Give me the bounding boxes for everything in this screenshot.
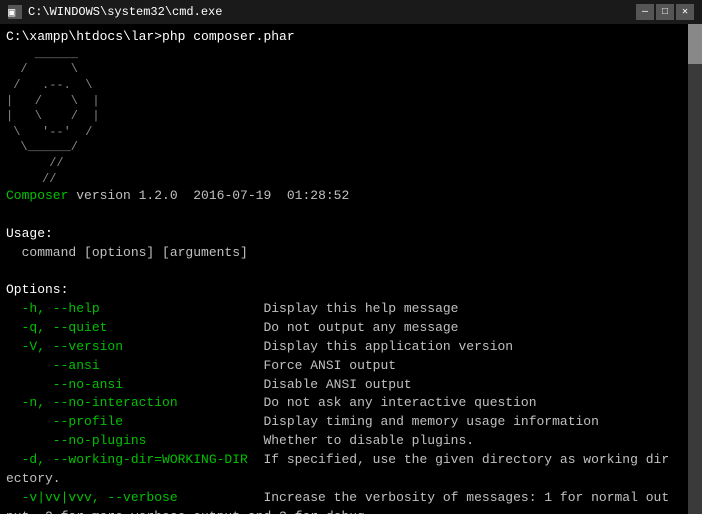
close-button[interactable]: ✕ bbox=[676, 4, 694, 20]
ascii-art: ______ / \ / .--. \ | / \ | | \ / | \ '-… bbox=[6, 47, 696, 187]
blank-line-2 bbox=[6, 263, 696, 282]
options-label: Options: bbox=[6, 281, 696, 300]
opt-verbose-cont: put, 2 for more verbose output and 3 for… bbox=[6, 508, 696, 514]
cmd-icon: ▣ bbox=[8, 5, 22, 19]
opt-no-plugins: --no-plugins Whether to disable plugins. bbox=[6, 432, 696, 451]
composer-label: Composer bbox=[6, 188, 68, 203]
terminal-body[interactable]: C:\xampp\htdocs\lar>php composer.phar __… bbox=[0, 24, 702, 514]
blank-line-1 bbox=[6, 206, 696, 225]
usage-syntax: command [options] [arguments] bbox=[6, 244, 696, 263]
opt-profile: --profile Display timing and memory usag… bbox=[6, 413, 696, 432]
window-title: C:\WINDOWS\system32\cmd.exe bbox=[28, 5, 222, 19]
scrollbar[interactable] bbox=[688, 24, 702, 514]
scrollbar-thumb[interactable] bbox=[688, 24, 702, 64]
cmd-window: ▣ C:\WINDOWS\system32\cmd.exe — □ ✕ C:\x… bbox=[0, 0, 702, 514]
opt-no-interaction: -n, --no-interaction Do not ask any inte… bbox=[6, 394, 696, 413]
restore-button[interactable]: □ bbox=[656, 4, 674, 20]
opt-version: -V, --version Display this application v… bbox=[6, 338, 696, 357]
opt-working-dir: -d, --working-dir=WORKING-DIR If specifi… bbox=[6, 451, 696, 470]
prompt-line: C:\xampp\htdocs\lar>php composer.phar bbox=[6, 28, 696, 47]
title-bar-controls: — □ ✕ bbox=[636, 4, 694, 20]
version-text: version 1.2.0 2016-07-19 01:28:52 bbox=[68, 188, 349, 203]
opt-verbose: -v|vv|vvv, --verbose Increase the verbos… bbox=[6, 489, 696, 508]
title-bar-left: ▣ C:\WINDOWS\system32\cmd.exe bbox=[8, 5, 222, 19]
opt-help: -h, --help Display this help message bbox=[6, 300, 696, 319]
minimize-button[interactable]: — bbox=[636, 4, 654, 20]
composer-version: Composer version 1.2.0 2016-07-19 01:28:… bbox=[6, 187, 696, 206]
title-bar: ▣ C:\WINDOWS\system32\cmd.exe — □ ✕ bbox=[0, 0, 702, 24]
opt-working-dir-cont: ectory. bbox=[6, 470, 696, 489]
opt-no-ansi: --no-ansi Disable ANSI output bbox=[6, 376, 696, 395]
opt-quiet: -q, --quiet Do not output any message bbox=[6, 319, 696, 338]
opt-ansi: --ansi Force ANSI output bbox=[6, 357, 696, 376]
usage-label: Usage: bbox=[6, 225, 696, 244]
